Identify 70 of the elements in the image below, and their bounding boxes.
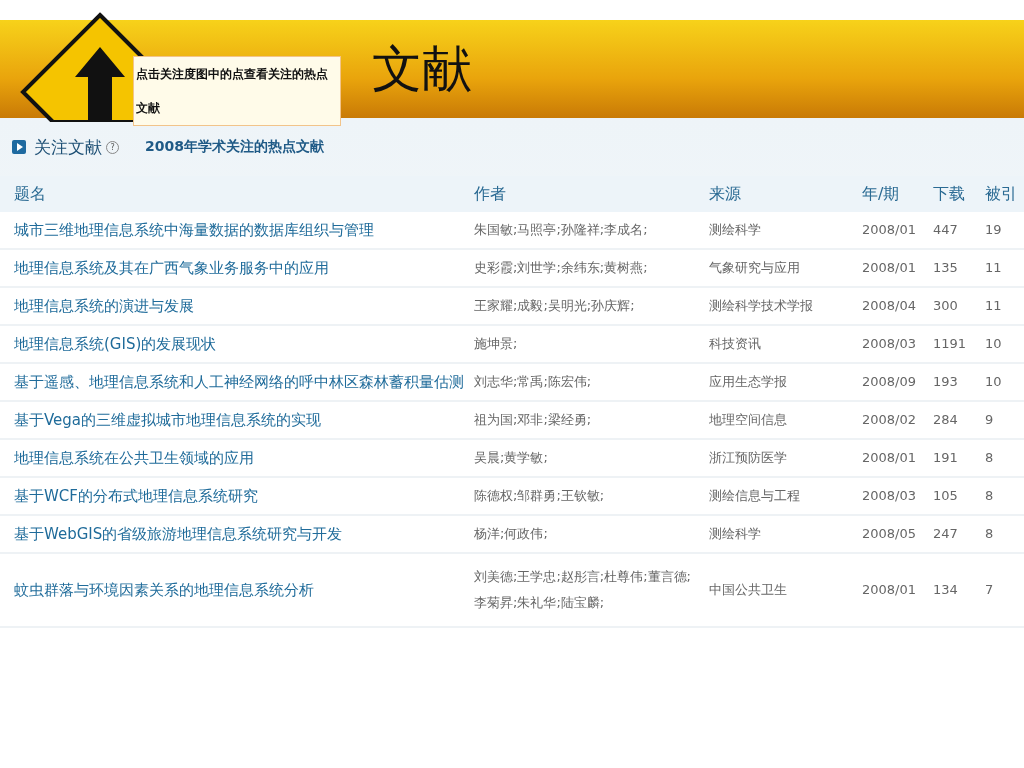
citations-cell-text: 8 <box>985 449 995 467</box>
downloads-cell-text: 105 <box>933 487 959 505</box>
downloads-cell-text: 134 <box>933 581 959 599</box>
authors-cell-text: 朱国敏;马照亭;孙隆祥;李成名; <box>474 221 649 239</box>
authors-cell-text: 王家耀;成毅;吴明光;孙庆辉; <box>474 297 636 315</box>
authors-cell-text: 吴晨;黄学敏; <box>474 449 549 467</box>
source-cell-text: 中国公共卫生 <box>709 581 788 599</box>
source-cell-text: 测绘信息与工程 <box>709 487 801 505</box>
column-header[interactable]: 被引 <box>985 183 1024 205</box>
section-heading: 关注文献 <box>34 135 102 159</box>
source-cell-text: 气象研究与应用 <box>709 259 801 277</box>
authors-cell-text: 刘志华;常禹;陈宏伟; <box>474 373 593 391</box>
issue-cell-text: 2008/03 <box>862 487 917 505</box>
citations-cell-text: 10 <box>985 373 1003 391</box>
source-cell-text: 地理空间信息 <box>709 411 788 429</box>
downloads-cell-text: 300 <box>933 297 959 315</box>
column-header[interactable]: 作者 <box>474 183 709 205</box>
column-header[interactable]: 题名 <box>14 183 474 205</box>
source-cell-text: 科技资讯 <box>709 335 762 353</box>
issue-cell-text: 2008/01 <box>862 581 917 599</box>
citations-cell-text: 10 <box>985 335 1003 353</box>
source-cell-text: 浙江预防医学 <box>709 449 788 467</box>
authors-cell-text: 刘美德;王学忠;赵彤言;杜尊伟;董言德;李菊昇;朱礼华;陆宝麟; <box>474 568 692 612</box>
paper-title-link[interactable]: 基于WCF的分布式地理信息系统研究 <box>14 486 474 506</box>
paper-title-link[interactable]: 地理信息系统在公共卫生领域的应用 <box>14 448 474 468</box>
paper-title-link[interactable]: 蚊虫群落与环境因素关系的地理信息系统分析 <box>14 580 474 600</box>
authors-cell-text: 史彩霞;刘世学;余纬东;黄树燕; <box>474 259 649 277</box>
authors-cell-text: 施坤景; <box>474 335 519 353</box>
paper-title-link[interactable]: 城市三维地理信息系统中海量数据的数据库组织与管理 <box>14 220 474 240</box>
paper-title-link[interactable]: 基于WebGIS的省级旅游地理信息系统研究与开发 <box>14 524 474 544</box>
issue-cell-text: 2008/04 <box>862 297 917 315</box>
column-header[interactable]: 下载 <box>933 183 985 205</box>
citations-cell-text: 8 <box>985 525 995 543</box>
authors-cell-text: 陈德权;邹群勇;王钦敏; <box>474 487 606 505</box>
issue-cell-text: 2008/03 <box>862 335 917 353</box>
citations-cell-text: 11 <box>985 259 1003 277</box>
issue-cell-text: 2008/09 <box>862 373 917 391</box>
paper-title-link[interactable]: 地理信息系统的演进与发展 <box>14 296 474 316</box>
paper-title-link[interactable]: 地理信息系统(GIS)的发展现状 <box>14 334 474 354</box>
citations-cell-text: 8 <box>985 487 995 505</box>
authors-cell-text: 祖为国;邓非;梁经勇; <box>474 411 593 429</box>
source-cell-text: 测绘科学技术学报 <box>709 297 814 315</box>
issue-cell-text: 2008/02 <box>862 411 917 429</box>
downloads-cell-text: 1191 <box>933 335 968 353</box>
hot-papers-link[interactable]: 2008年学术关注的热点文献 <box>145 138 324 156</box>
column-header[interactable]: 来源 <box>709 183 862 205</box>
source-cell-text: 应用生态学报 <box>709 373 788 391</box>
downloads-cell-text: 191 <box>933 449 959 467</box>
downloads-cell-text: 284 <box>933 411 959 429</box>
downloads-cell-text: 135 <box>933 259 959 277</box>
paper-title-link[interactable]: 基于遥感、地理信息系统和人工神经网络的呼中林区森林蓄积量估测 <box>14 372 474 392</box>
citations-cell-text: 9 <box>985 411 995 429</box>
authors-cell-text: 杨洋;何政伟; <box>474 525 549 543</box>
tooltip: 点击关注度图中的点查看关注的热点文献 <box>133 56 341 126</box>
downloads-cell-text: 193 <box>933 373 959 391</box>
issue-cell-text: 2008/05 <box>862 525 917 543</box>
source-cell-text: 测绘科学 <box>709 525 762 543</box>
column-header[interactable]: 年/期 <box>862 183 933 205</box>
citations-cell-text: 19 <box>985 221 1003 239</box>
paper-title-link[interactable]: 地理信息系统及其在广西气象业务服务中的应用 <box>14 258 474 278</box>
slide-title: 文献 <box>372 38 472 100</box>
downloads-cell-text: 447 <box>933 221 959 239</box>
source-cell-text: 测绘科学 <box>709 221 762 239</box>
citations-cell-text: 11 <box>985 297 1003 315</box>
paper-title-link[interactable]: 基于Vega的三维虚拟城市地理信息系统的实现 <box>14 410 474 430</box>
issue-cell-text: 2008/01 <box>862 259 917 277</box>
downloads-cell-text: 247 <box>933 525 959 543</box>
issue-cell-text: 2008/01 <box>862 449 917 467</box>
issue-cell-text: 2008/01 <box>862 221 917 239</box>
citations-cell-text: 7 <box>985 581 995 599</box>
